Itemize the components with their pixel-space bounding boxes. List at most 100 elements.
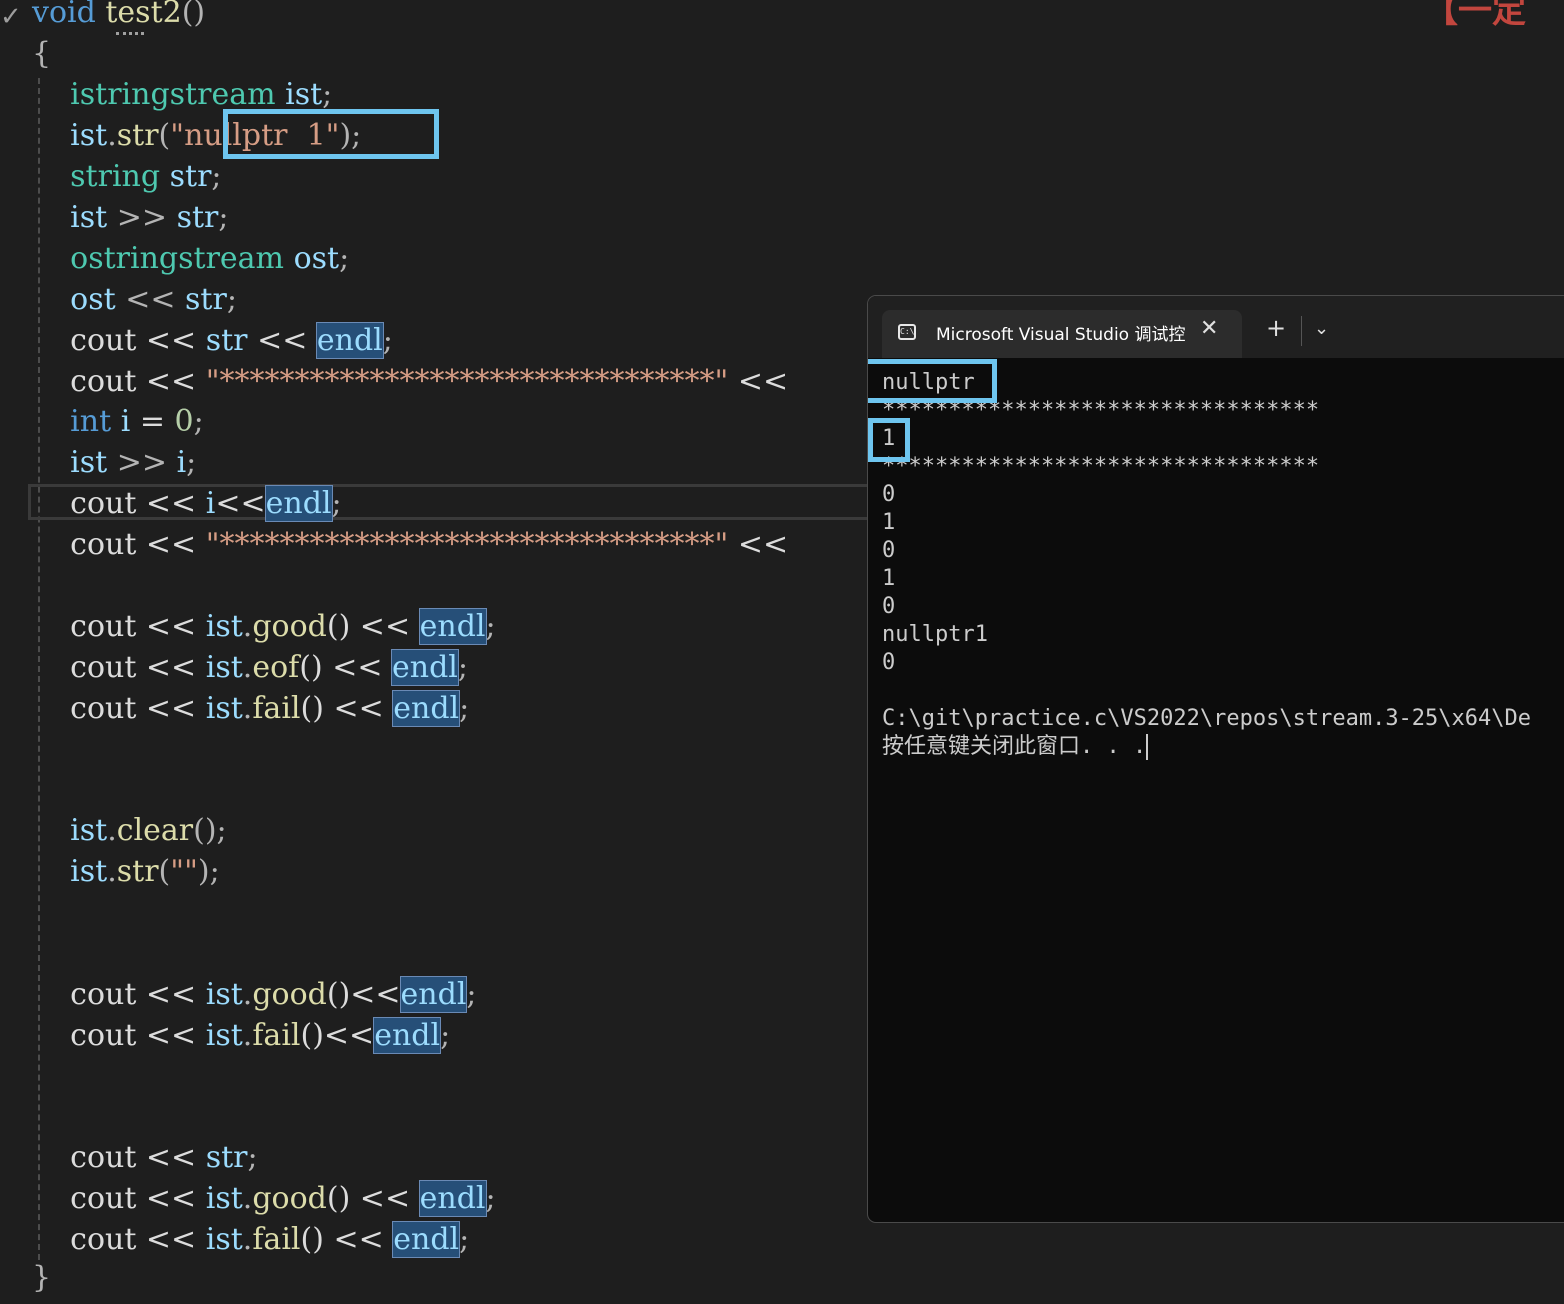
corner-annotation-mark: 【一定 xyxy=(1424,0,1526,28)
console-output-text: 1 xyxy=(882,566,896,591)
code-token: str xyxy=(169,159,212,194)
highlighted-token: endl xyxy=(264,485,333,522)
code-token: fail xyxy=(252,691,301,726)
highlighted-token: endl xyxy=(399,976,468,1013)
code-line[interactable]: cout << ist.fail() << endl; xyxy=(32,1220,469,1260)
debug-console-window[interactable]: C:\ Microsoft Visual Studio 调试控 ✕ + ⌄ nu… xyxy=(867,295,1564,1223)
code-token: . xyxy=(107,118,117,153)
code-token: ost xyxy=(70,282,116,317)
code-line[interactable]: cout << ist.good() << endl; xyxy=(32,1179,496,1219)
code-token: "*********************************" xyxy=(205,527,729,562)
code-line[interactable]: { xyxy=(32,34,51,74)
chevron-down-icon[interactable]: ⌄ xyxy=(1314,318,1329,339)
code-line[interactable]: cout << ist.good()<<endl; xyxy=(32,975,477,1015)
code-line[interactable]: cout << str << endl; xyxy=(32,321,393,361)
code-line[interactable]: cout << "*******************************… xyxy=(32,525,788,565)
code-token: i xyxy=(205,486,216,521)
code-token: str xyxy=(205,323,248,358)
code-token: } xyxy=(32,1260,52,1295)
code-token: ()<< xyxy=(326,977,401,1012)
text-cursor xyxy=(1146,734,1149,760)
code-token: cout << xyxy=(32,691,206,726)
code-token: . xyxy=(242,1222,253,1257)
console-output-text: 按任意键关闭此窗口. . . xyxy=(882,734,1147,759)
code-token: () << xyxy=(300,691,394,726)
code-token: . xyxy=(242,650,253,685)
code-line[interactable]: } xyxy=(32,1258,51,1298)
code-token: cout << xyxy=(32,650,206,685)
code-token: >> xyxy=(107,445,177,480)
annotation-box-string xyxy=(223,109,439,159)
code-line[interactable]: string str; xyxy=(32,157,221,197)
code-token: good xyxy=(252,1181,327,1216)
code-token: ; xyxy=(485,1181,496,1216)
code-token: 0 xyxy=(174,404,194,439)
collapse-chevron-icon[interactable]: ✓ xyxy=(0,2,22,32)
code-token: i xyxy=(120,404,131,439)
code-token: ; xyxy=(218,200,229,235)
code-token: ()<< xyxy=(300,1018,375,1053)
code-token: { xyxy=(32,36,52,71)
code-line[interactable]: int i = 0; xyxy=(32,402,204,442)
code-token: "" xyxy=(170,854,198,889)
code-token: ist xyxy=(70,854,108,889)
code-token: test2 xyxy=(105,0,182,30)
code-line[interactable]: cout << "*******************************… xyxy=(32,362,788,402)
new-tab-icon[interactable]: + xyxy=(1266,316,1286,340)
code-line[interactable]: cout << i<<endl; xyxy=(32,484,342,524)
code-token: ; xyxy=(485,609,496,644)
console-output-line: 0 xyxy=(882,649,895,677)
code-line[interactable]: void test2() xyxy=(32,0,205,33)
code-token: ist xyxy=(70,200,108,235)
console-tab[interactable]: C:\ Microsoft Visual Studio 调试控 ✕ xyxy=(882,310,1242,358)
code-token: cout << xyxy=(32,1018,206,1053)
code-token: . xyxy=(242,1018,253,1053)
code-token: . xyxy=(107,854,117,889)
code-line[interactable]: ostringstream ost; xyxy=(32,239,349,279)
annotation-box-one xyxy=(868,418,910,462)
code-token: ; xyxy=(457,650,468,685)
code-token: ist xyxy=(205,1018,243,1053)
code-line[interactable]: ist.clear(); xyxy=(32,811,227,851)
console-output-line: 0 xyxy=(882,593,895,621)
code-line[interactable]: cout << ist.fail() << endl; xyxy=(32,689,469,729)
code-line[interactable]: cout << ist.fail()<<endl; xyxy=(32,1016,450,1056)
code-token: << xyxy=(247,323,317,358)
code-line[interactable]: cout << ist.eof() << endl; xyxy=(32,648,468,688)
code-token: ist xyxy=(70,118,108,153)
code-token: ostringstream xyxy=(70,241,285,276)
code-token: ; xyxy=(247,1140,258,1175)
code-line[interactable]: ost << str; xyxy=(32,280,237,320)
highlighted-token: endl xyxy=(392,690,461,727)
console-titlebar: C:\ Microsoft Visual Studio 调试控 ✕ + ⌄ xyxy=(868,296,1564,358)
tab-title: Microsoft Visual Studio 调试控 xyxy=(936,325,1186,345)
code-token: ; xyxy=(466,977,477,1012)
code-token: (); xyxy=(193,813,227,848)
code-token: str xyxy=(205,1140,248,1175)
code-token: ist xyxy=(205,1222,243,1257)
code-line[interactable]: ist >> i; xyxy=(32,443,196,483)
console-output-text: 0 xyxy=(882,594,896,619)
code-token: i xyxy=(176,445,187,480)
code-token: ist xyxy=(205,609,243,644)
code-line[interactable]: cout << ist.good() << endl; xyxy=(32,607,496,647)
code-token: ist xyxy=(205,1181,243,1216)
code-token: ist xyxy=(205,650,243,685)
code-token: clear xyxy=(116,813,194,848)
close-tab-icon[interactable]: ✕ xyxy=(1200,316,1218,341)
console-output-line: ********************************* xyxy=(882,453,1319,481)
code-token: () << xyxy=(326,1181,420,1216)
code-line[interactable]: cout << str; xyxy=(32,1138,258,1178)
console-output-text: nullptr1 xyxy=(882,622,988,647)
code-token: str xyxy=(176,200,219,235)
code-token: ( xyxy=(158,854,171,889)
code-token: << xyxy=(215,486,266,521)
code-line[interactable]: ist >> str; xyxy=(32,198,228,238)
code-token: ist xyxy=(70,813,108,848)
code-line[interactable]: ist.str(""); xyxy=(32,852,220,892)
